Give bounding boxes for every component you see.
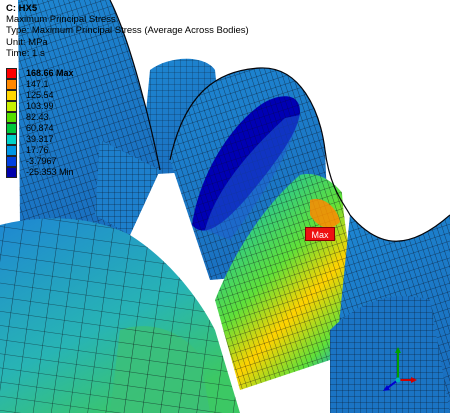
result-unit: Unit: MPa [6, 36, 48, 48]
legend-label: 125.54 [26, 90, 54, 100]
legend-label: 60.874 [26, 123, 54, 133]
result-info-panel: C: HX5 Maximum Principal Stress Type: Ma… [6, 3, 249, 59]
legend-label: 17.76 [26, 145, 49, 155]
legend-swatch-2 [6, 90, 17, 101]
legend-label: 82.43 [26, 112, 49, 122]
legend-swatch-9 [6, 167, 17, 178]
legend-swatch-8 [6, 156, 17, 167]
result-type: Type: Maximum Principal Stress (Average … [6, 25, 249, 37]
axis-triad-icon[interactable] [378, 345, 418, 395]
legend-swatch-3 [6, 101, 17, 112]
legend-label: -3.7967 [26, 156, 57, 166]
result-time: Time: 1 s [6, 47, 45, 59]
legend-label-max: 168.66 Max [26, 68, 74, 78]
legend-label-min: -25.353 Min [26, 167, 74, 177]
legend-swatch-5 [6, 123, 17, 134]
result-title: C: HX5 [6, 3, 38, 14]
legend-label: 103.99 [26, 101, 54, 111]
legend-swatch-7 [6, 145, 17, 156]
legend-label: 39.317 [26, 134, 54, 144]
legend-swatch-6 [6, 134, 17, 145]
max-probe-label[interactable]: Max [305, 227, 335, 241]
legend-swatch-0 [6, 68, 17, 79]
result-name: Maximum Principal Stress [6, 14, 116, 26]
legend-label: 147.1 [26, 79, 49, 89]
legend-swatch-4 [6, 112, 17, 123]
legend-swatch-1 [6, 79, 17, 90]
